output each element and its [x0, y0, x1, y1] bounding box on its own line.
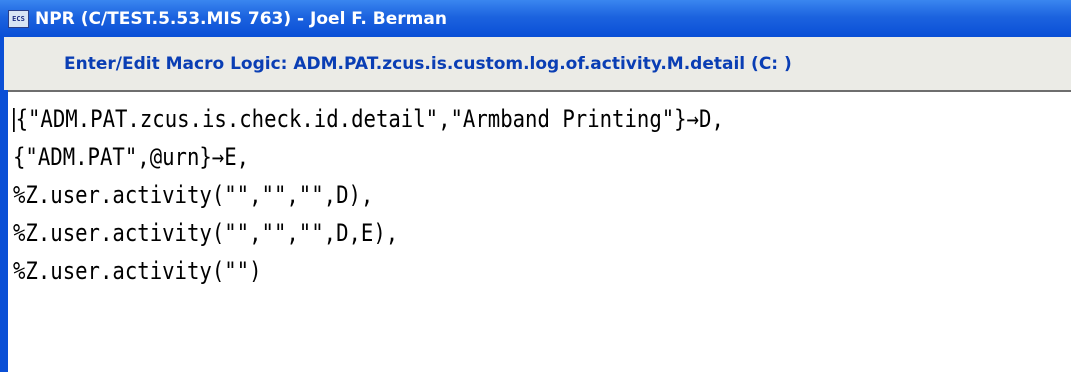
editor-lines[interactable]: {"ADM.PAT.zcus.is.check.id.detail","Armb…	[13, 100, 840, 290]
code-line[interactable]: %Z.user.activity("")	[13, 252, 724, 290]
screen-header: Enter/Edit Macro Logic: ADM.PAT.zcus.is.…	[2, 37, 1071, 90]
code-line[interactable]: %Z.user.activity("","","",D),	[13, 176, 724, 214]
code-line[interactable]: %Z.user.activity("","","",D,E),	[13, 214, 724, 252]
code-line-text: %Z.user.activity("","","",D,E),	[13, 219, 399, 247]
code-line-text: %Z.user.activity("","","",D),	[13, 181, 374, 209]
app-icon[interactable]: ECS	[8, 9, 29, 28]
window-title: NPR (C/TEST.5.53.MIS 763) - Joel F. Berm…	[35, 8, 447, 29]
code-line-text: %Z.user.activity("")	[13, 257, 262, 285]
macro-editor[interactable]: {"ADM.PAT.zcus.is.check.id.detail","Armb…	[8, 90, 1071, 372]
text-cursor	[13, 108, 15, 132]
code-line[interactable]: {"ADM.PAT.zcus.is.check.id.detail","Armb…	[13, 100, 724, 138]
window-title-bar[interactable]: ECS NPR (C/TEST.5.53.MIS 763) - Joel F. …	[0, 0, 1071, 37]
code-line-text: {"ADM.PAT.zcus.is.check.id.detail","Armb…	[15, 105, 724, 133]
editor-divider	[8, 90, 1071, 92]
code-line-text: {"ADM.PAT",@urn}→E,	[13, 143, 250, 171]
code-line[interactable]: {"ADM.PAT",@urn}→E,	[13, 138, 724, 176]
page-title: Enter/Edit Macro Logic: ADM.PAT.zcus.is.…	[64, 53, 792, 74]
